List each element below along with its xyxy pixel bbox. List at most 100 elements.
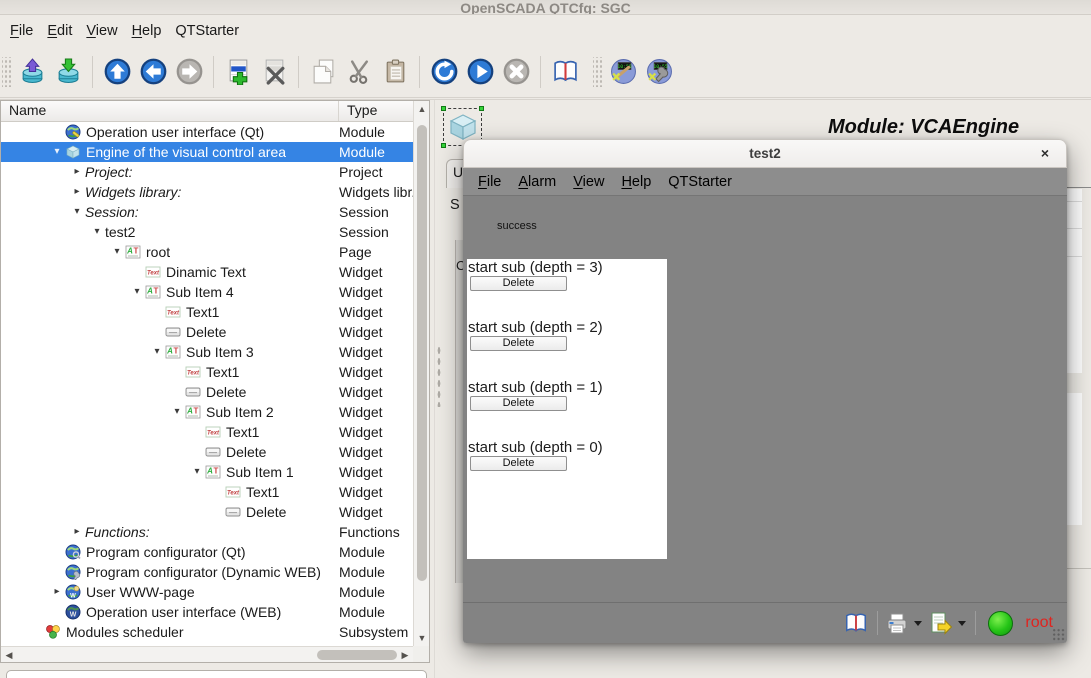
tree-row-project[interactable]: ▸Project:Project — [1, 162, 413, 182]
bottom-table-panel — [6, 670, 427, 678]
tree-row-program-configurator-dynamic-web[interactable]: Program configurator (Dynamic WEB)Module — [1, 562, 413, 582]
toolbar-grip[interactable] — [2, 57, 12, 87]
selection-handle[interactable] — [479, 106, 484, 111]
scroll-left-icon[interactable]: ◀ — [1, 650, 17, 661]
qtstarter-datetime-button[interactable]: 10:55 — [605, 53, 641, 91]
collapse-icon[interactable]: ▾ — [169, 402, 185, 422]
tree-row-operation-user-interface-qt[interactable]: Operation user interface (Qt)Module — [1, 122, 413, 142]
qtstarter-config-button[interactable]: 10:55 — [641, 53, 677, 91]
tree-horizontal-scrollbar[interactable]: ◀ ▶ — [1, 646, 413, 662]
menu-file[interactable]: File — [10, 23, 33, 39]
panel-splitter[interactable] — [434, 100, 435, 678]
menu-qtstarter[interactable]: QTStarter — [175, 23, 239, 39]
menu-edit[interactable]: Edit — [47, 23, 72, 39]
add-item-button[interactable] — [220, 53, 256, 91]
splitter-grip-icon[interactable] — [437, 345, 441, 407]
dialog-menu-qtstarter[interactable]: QTStarter — [668, 174, 732, 190]
collapse-icon[interactable]: ▾ — [149, 342, 165, 362]
tree-header-name[interactable]: Name — [1, 101, 339, 121]
tree-row-text1[interactable]: TextText1Widget — [1, 422, 413, 442]
scroll-down-icon[interactable]: ▼ — [414, 633, 430, 643]
tree-row-program-configurator-qt[interactable]: Program configurator (Qt)Module — [1, 542, 413, 562]
print-dropdown-icon[interactable] — [914, 621, 922, 626]
delete-button[interactable]: Delete — [470, 336, 567, 351]
collapse-icon[interactable]: ▾ — [49, 142, 65, 162]
resize-grip[interactable] — [1052, 628, 1065, 641]
go-back-button[interactable] — [135, 53, 171, 91]
tree-item-label: Sub Item 3 — [186, 344, 254, 360]
horizontal-scroll-thumb[interactable] — [317, 650, 397, 660]
delete-button[interactable]: Delete — [470, 276, 567, 291]
delete-button[interactable]: Delete — [470, 396, 567, 411]
tree-row-test2[interactable]: ▾test2Session — [1, 222, 413, 242]
clipped-tab[interactable]: U — [446, 159, 464, 188]
vertical-scroll-thumb[interactable] — [417, 125, 427, 581]
tree-vertical-scrollbar[interactable]: ▲ ▼ — [413, 101, 429, 646]
tree-row-sub-item-4[interactable]: ▾ATSub Item 4Widget — [1, 282, 413, 302]
tree-item-type: Module — [339, 142, 413, 162]
dialog-menu-help[interactable]: Help — [621, 174, 651, 190]
tree-row-delete[interactable]: DeleteWidget — [1, 322, 413, 342]
export-icon[interactable] — [929, 611, 953, 635]
dynamic-text-label: start sub (depth = 3) — [468, 259, 603, 276]
tree-row-session[interactable]: ▾Session:Session — [1, 202, 413, 222]
dialog-titlebar[interactable]: test2 × — [463, 139, 1067, 168]
tree-row-text1[interactable]: TextText1Widget — [1, 362, 413, 382]
manual-button[interactable] — [547, 53, 583, 91]
expand-icon[interactable]: ▸ — [69, 162, 85, 182]
tree-row-root[interactable]: ▾ATrootPage — [1, 242, 413, 262]
paste-item-button[interactable] — [377, 53, 413, 91]
button-widget-icon — [185, 384, 202, 400]
tree-row-engine-of-the-visual-control-area[interactable]: ▾Engine of the visual control areaModule — [1, 142, 413, 162]
refresh-button[interactable] — [426, 53, 462, 91]
manual-icon[interactable] — [844, 611, 868, 635]
tree-row-text1[interactable]: TextText1Widget — [1, 482, 413, 502]
module-qt-icon — [65, 124, 82, 140]
expand-icon[interactable]: ▸ — [69, 522, 85, 542]
menu-view[interactable]: View — [86, 23, 117, 39]
menu-help[interactable]: Help — [132, 23, 162, 39]
load-from-db-button[interactable] — [14, 53, 50, 91]
scroll-up-icon[interactable]: ▲ — [414, 104, 430, 114]
close-icon[interactable]: × — [1034, 140, 1056, 168]
stop-periodic-update-button[interactable] — [498, 53, 534, 91]
tree-row-dinamic-text[interactable]: TextDinamic TextWidget — [1, 262, 413, 282]
tree-row-delete[interactable]: DeleteWidget — [1, 382, 413, 402]
selection-handle[interactable] — [441, 143, 446, 148]
expand-icon[interactable]: ▸ — [69, 182, 85, 202]
tree-row-widgets-library[interactable]: ▸Widgets library:Widgets libr. — [1, 182, 413, 202]
tree-row-sub-item-2[interactable]: ▾ATSub Item 2Widget — [1, 402, 413, 422]
tree-header-type[interactable]: Type — [339, 101, 377, 121]
dialog-menu-file[interactable]: File — [478, 174, 501, 190]
current-user-button[interactable]: root — [1025, 614, 1053, 632]
tree-row-delete[interactable]: DeleteWidget — [1, 502, 413, 522]
dialog-menu-alarm[interactable]: Alarm — [518, 174, 556, 190]
collapse-icon[interactable]: ▾ — [89, 222, 105, 242]
collapse-icon[interactable]: ▾ — [109, 242, 125, 262]
export-dropdown-icon[interactable] — [958, 621, 966, 626]
tree-row-user-www-page[interactable]: ▸WUser WWW-pageModule — [1, 582, 413, 602]
selection-handle[interactable] — [441, 106, 446, 111]
tree-row-modules-scheduler[interactable]: Modules schedulerSubsystem — [1, 622, 413, 642]
tree-row-operation-user-interface-web[interactable]: WOperation user interface (WEB)Module — [1, 602, 413, 622]
delete-item-button[interactable] — [256, 53, 292, 91]
toolbar-grip[interactable] — [593, 57, 603, 87]
copy-item-button[interactable] — [305, 53, 341, 91]
collapse-icon[interactable]: ▾ — [189, 462, 205, 482]
collapse-icon[interactable]: ▾ — [69, 202, 85, 222]
tree-row-text1[interactable]: TextText1Widget — [1, 302, 413, 322]
tree-row-functions[interactable]: ▸Functions:Functions — [1, 522, 413, 542]
tree-row-sub-item-3[interactable]: ▾ATSub Item 3Widget — [1, 342, 413, 362]
expand-icon[interactable]: ▸ — [49, 582, 65, 602]
save-to-db-button[interactable] — [50, 53, 86, 91]
start-periodic-update-button[interactable] — [462, 53, 498, 91]
dialog-menu-view[interactable]: View — [573, 174, 604, 190]
cut-item-button[interactable] — [341, 53, 377, 91]
go-up-button[interactable] — [99, 53, 135, 91]
print-icon[interactable] — [885, 611, 909, 635]
scroll-right-icon[interactable]: ▶ — [397, 650, 413, 661]
tree-row-sub-item-1[interactable]: ▾ATSub Item 1Widget — [1, 462, 413, 482]
delete-button[interactable]: Delete — [470, 456, 567, 471]
collapse-icon[interactable]: ▾ — [129, 282, 145, 302]
tree-row-delete[interactable]: DeleteWidget — [1, 442, 413, 462]
